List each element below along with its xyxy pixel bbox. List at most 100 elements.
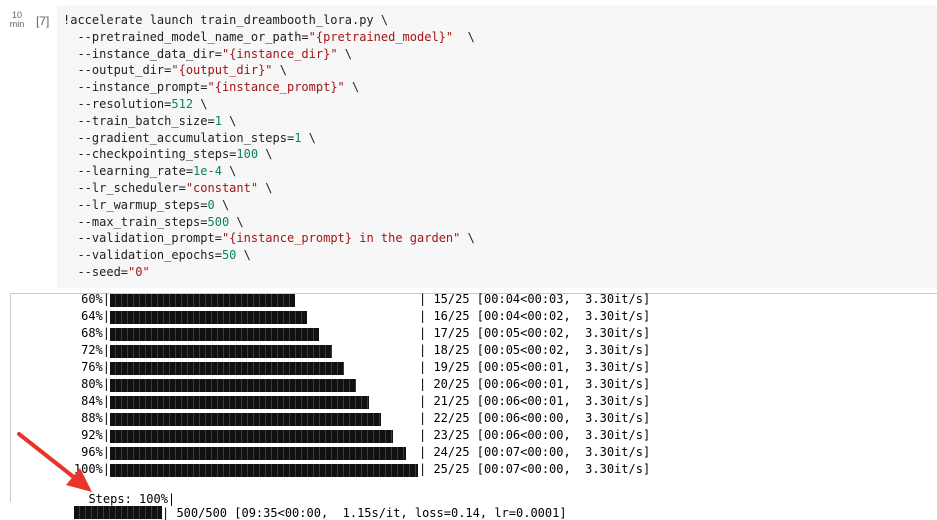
- code-token: \: [344, 80, 360, 95]
- code-token: "constant": [185, 180, 259, 195]
- progress-row: 68%| | 17/25 [00:05<00:02, 3.30it/s]: [0, 326, 937, 343]
- code-token: \: [272, 63, 287, 78]
- progress-bar-fill: [110, 311, 307, 324]
- code-token: \: [214, 197, 230, 212]
- progress-bar: [110, 345, 418, 358]
- steps-progress-row: Steps: 100%| | 500/500 [09:35<00:00, 1.1…: [74, 478, 567, 520]
- progress-bar: [110, 413, 418, 426]
- execution-time-badge: 10 min: [4, 11, 30, 29]
- code-token: --instance_data_dir=: [63, 46, 222, 61]
- code-token: --validation_prompt=: [63, 231, 222, 246]
- code-token: --max_train_steps=: [63, 214, 208, 229]
- progress-stats: | 25/25 [00:07<00:00, 3.30it/s]: [419, 462, 651, 476]
- code-token: --instance_prompt=: [63, 80, 208, 95]
- progress-percent: 72%|: [81, 343, 110, 357]
- code-token: 0: [207, 197, 215, 212]
- code-token: \: [301, 130, 316, 145]
- code-token: "{instance_prompt}": [207, 80, 345, 95]
- progress-bar: [110, 447, 418, 460]
- progress-bar-fill: [110, 447, 406, 460]
- code-line: --gradient_accumulation_steps=1 \: [63, 130, 937, 147]
- code-token: \: [337, 46, 352, 61]
- progress-row: 64%| | 16/25 [00:04<00:02, 3.30it/s]: [0, 309, 937, 326]
- code-token: --train_batch_size=: [63, 113, 215, 128]
- execution-count[interactable]: [7]: [36, 14, 49, 28]
- progress-stats: | 24/25 [00:07<00:00, 3.30it/s]: [419, 445, 651, 459]
- code-token: --learning_rate=: [63, 164, 194, 179]
- progress-row: 92%| | 23/25 [00:06<00:00, 3.30it/s]: [0, 428, 937, 445]
- progress-bar: [110, 464, 418, 477]
- cell-output: 60%| | 15/25 [00:04<00:03, 3.30it/s] 64%| |…: [0, 289, 937, 502]
- code-line: --checkpointing_steps=100 \: [63, 146, 937, 163]
- progress-bar-fill: [110, 294, 295, 307]
- progress-bar: [110, 311, 418, 324]
- code-token: --seed=: [63, 264, 129, 279]
- code-line: --instance_prompt="{instance_prompt}" \: [63, 79, 937, 96]
- progress-bar: [110, 430, 418, 443]
- execution-time-unit: min: [9, 19, 25, 29]
- code-token: --validation_epochs=: [63, 248, 222, 263]
- progress-stats: | 15/25 [00:04<00:03, 3.30it/s]: [419, 292, 651, 306]
- progress-bar-fill: [110, 362, 344, 375]
- progress-bar-fill: [110, 396, 369, 409]
- progress-row: 60%| | 15/25 [00:04<00:03, 3.30it/s]: [0, 292, 937, 309]
- code-token: "{pretrained_model}": [308, 29, 454, 44]
- code-token: --gradient_accumulation_steps=: [63, 130, 295, 145]
- progress-percent: 68%|: [81, 326, 110, 340]
- progress-percent: 64%|: [81, 309, 110, 323]
- progress-row: 72%| | 18/25 [00:05<00:02, 3.30it/s]: [0, 343, 937, 360]
- progress-row: 80%| | 20/25 [00:06<00:01, 3.30it/s]: [0, 377, 937, 394]
- code-line: --pretrained_model_name_or_path="{pretra…: [63, 29, 937, 46]
- progress-bar-fill: [110, 464, 418, 477]
- code-token: \: [221, 164, 237, 179]
- code-token: --pretrained_model_name_or_path=: [63, 29, 309, 44]
- progress-row: 88%| | 22/25 [00:06<00:00, 3.30it/s]: [0, 411, 937, 428]
- code-line: --validation_prompt="{instance_prompt} i…: [63, 230, 937, 247]
- progress-percent: 84%|: [81, 394, 110, 408]
- progress-percent: 88%|: [81, 411, 110, 425]
- code-token: --lr_warmup_steps=: [63, 197, 208, 212]
- progress-bar: [110, 328, 418, 341]
- code-token: 1e-4: [193, 164, 222, 179]
- code-line: --learning_rate=1e-4 \: [63, 163, 937, 180]
- progress-bar-fill: [110, 328, 319, 341]
- progress-stats: | 16/25 [00:04<00:02, 3.30it/s]: [419, 309, 651, 323]
- code-token: \: [453, 29, 475, 44]
- code-token: --lr_scheduler=: [63, 180, 186, 195]
- progress-bar: [110, 294, 418, 307]
- code-cell-editor[interactable]: !accelerate launch train_dreambooth_lora…: [57, 5, 937, 288]
- arrow-shaft: [17, 432, 82, 484]
- code-token: --resolution=: [63, 96, 172, 111]
- progress-percent: 80%|: [81, 377, 110, 391]
- progress-bar: [110, 396, 418, 409]
- code-token: \: [193, 96, 208, 111]
- code-token: --checkpointing_steps=: [63, 147, 237, 162]
- progress-row: 96%| | 24/25 [00:07<00:00, 3.30it/s]: [0, 445, 937, 462]
- code-token: \: [221, 113, 237, 128]
- progress-bar-fill: [110, 413, 381, 426]
- code-token: 1: [214, 113, 222, 128]
- cell-gutter: 10 min [7]: [0, 0, 57, 290]
- code-line: --seed="0": [63, 264, 937, 281]
- code-token: "0": [128, 264, 150, 279]
- code-token: "{instance_prompt} in the garden": [221, 231, 461, 246]
- code-line: --validation_epochs=50 \: [63, 247, 937, 264]
- code-token: --output_dir=: [63, 63, 172, 78]
- code-line: --output_dir="{output_dir}" \: [63, 62, 937, 79]
- code-token: \: [258, 147, 273, 162]
- progress-stats: | 22/25 [00:06<00:00, 3.30it/s]: [419, 411, 651, 425]
- code-token: 100: [236, 147, 259, 162]
- progress-percent: 76%|: [81, 360, 110, 374]
- steps-stats: | 500/500 [09:35<00:00, 1.15s/it, loss=0…: [162, 506, 567, 520]
- code-line: --instance_data_dir="{instance_dir}" \: [63, 46, 937, 63]
- progress-stats: | 20/25 [00:06<00:01, 3.30it/s]: [419, 377, 651, 391]
- progress-stats: | 18/25 [00:05<00:02, 3.30it/s]: [419, 343, 651, 357]
- code-token: \: [460, 231, 475, 246]
- progress-stats: | 19/25 [00:05<00:01, 3.30it/s]: [419, 360, 651, 374]
- code-text[interactable]: !accelerate launch train_dreambooth_lora…: [57, 5, 937, 281]
- code-token: 512: [171, 96, 194, 111]
- code-token: 50: [221, 248, 237, 263]
- code-line: --train_batch_size=1 \: [63, 113, 937, 130]
- progress-row: 100%| | 25/25 [00:07<00:00, 3.30it/s]: [0, 462, 937, 479]
- progress-bar: [110, 379, 418, 392]
